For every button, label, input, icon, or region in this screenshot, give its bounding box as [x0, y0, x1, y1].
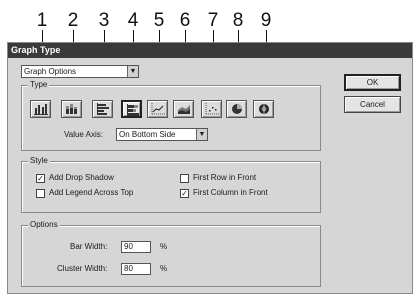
first-row-in-front-checkbox[interactable]	[180, 174, 189, 183]
dialog-title: Graph Type	[8, 43, 412, 58]
scatter-graph-button[interactable]	[201, 100, 222, 118]
first-column-in-front-checkbox[interactable]: ✓	[180, 189, 189, 198]
pie-graph-button[interactable]	[226, 100, 247, 118]
stacked-column-graph-button[interactable]	[61, 100, 82, 118]
cluster-width-input[interactable]: 80	[121, 263, 151, 275]
add-drop-shadow-checkbox[interactable]: ✓	[36, 174, 45, 183]
bar-width-label: Bar Width:	[70, 242, 108, 251]
add-drop-shadow-label: Add Drop Shadow	[49, 173, 114, 182]
value-axis-label: Value Axis:	[64, 130, 103, 139]
options-group-label: Options	[28, 220, 60, 230]
callout-8: 8	[232, 10, 244, 31]
grouped-column-graph-button[interactable]	[30, 100, 51, 118]
callout-6: 6	[179, 10, 191, 31]
area-graph-icon	[178, 105, 190, 114]
bar-graph-icon	[97, 103, 109, 115]
type-group-label: Type	[28, 80, 50, 90]
stacked-bar-graph-icon	[127, 104, 139, 116]
callout-5: 5	[153, 10, 165, 31]
panel-select-value: Graph Options	[24, 67, 77, 76]
cancel-button[interactable]: Cancel	[344, 96, 401, 113]
options-group: Options Bar Width: 90 % Cluster Width: 8…	[21, 220, 321, 287]
callout-row: 1 2 3 4 5 6 7 8 9	[0, 0, 417, 108]
stacked-bar-graph-button[interactable]	[121, 100, 142, 118]
grouped-column-graph-icon	[34, 104, 48, 115]
graph-type-dialog: Graph Type Graph Options ▼ Type Value Ax…	[7, 42, 413, 294]
style-group: Style ✓ Add Drop Shadow Add Legend Acros…	[21, 156, 321, 213]
area-graph-button[interactable]	[173, 100, 194, 118]
scatter-graph-icon	[205, 103, 219, 115]
callout-3: 3	[98, 10, 110, 31]
chevron-down-icon: ▼	[127, 66, 138, 77]
type-group: Type Value Axis: On Bottom Side ▼	[21, 80, 321, 151]
cluster-width-unit: %	[160, 264, 168, 273]
line-graph-icon	[151, 103, 165, 115]
callout-9: 9	[260, 10, 272, 31]
style-group-label: Style	[28, 156, 50, 166]
add-legend-checkbox[interactable]	[36, 189, 45, 198]
panel-select[interactable]: Graph Options ▼	[21, 65, 139, 78]
ok-button[interactable]: OK	[344, 74, 401, 91]
line-graph-button[interactable]	[147, 100, 168, 118]
add-legend-label: Add Legend Across Top	[49, 188, 134, 197]
cluster-width-label: Cluster Width:	[57, 264, 108, 273]
stacked-column-graph-icon	[66, 104, 77, 114]
value-axis-value: On Bottom Side	[119, 130, 176, 139]
radar-graph-icon	[259, 104, 269, 114]
value-axis-select[interactable]: On Bottom Side ▼	[116, 128, 208, 141]
callout-7: 7	[207, 10, 219, 31]
bar-graph-button[interactable]	[92, 100, 113, 118]
bar-width-input[interactable]: 90	[121, 241, 151, 253]
callout-4: 4	[127, 10, 139, 31]
first-row-in-front-label: First Row in Front	[193, 173, 257, 182]
callout-1: 1	[36, 10, 48, 31]
bar-width-unit: %	[160, 242, 168, 251]
radar-graph-button[interactable]	[253, 100, 274, 118]
first-column-in-front-label: First Column in Front	[193, 188, 268, 197]
graph-type-button-row	[30, 100, 310, 120]
chevron-down-icon: ▼	[196, 129, 207, 140]
callout-2: 2	[67, 10, 79, 31]
pie-graph-icon	[232, 104, 242, 114]
